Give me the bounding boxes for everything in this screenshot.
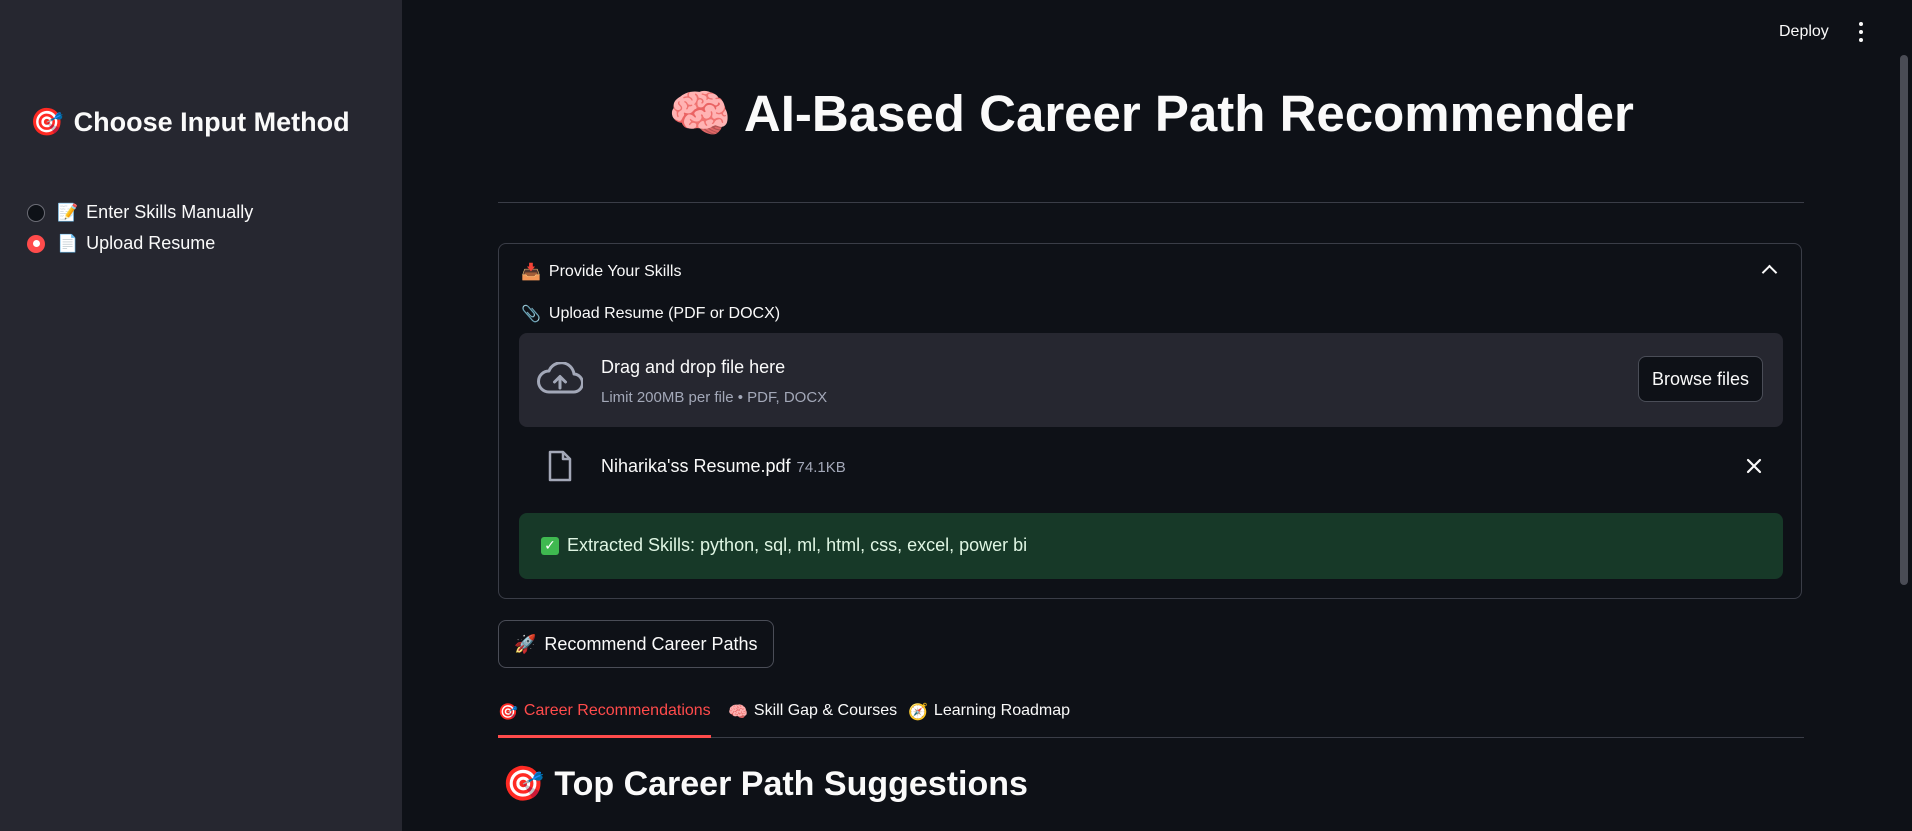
radio-button-icon[interactable] [27, 203, 45, 222]
inbox-tray-icon: 📥 [521, 264, 541, 281]
cloud-upload-icon [537, 362, 583, 394]
dart-target-icon: 🎯 [30, 107, 64, 137]
page-title-text: AI-Based Career Path Recommender [743, 85, 1634, 142]
deploy-button[interactable]: Deploy [1779, 23, 1829, 41]
kebab-menu-icon[interactable] [1856, 22, 1866, 42]
radio-enter-skills-manually[interactable]: 📝 Enter Skills Manually [27, 202, 253, 223]
compass-icon: 🧭 [908, 704, 928, 721]
dart-target-icon: 🎯 [498, 704, 518, 721]
browse-files-button[interactable]: Browse files [1637, 356, 1763, 402]
recommend-button-label: Recommend Career Paths [544, 633, 758, 654]
success-message-text: Extracted Skills: python, sql, ml, html,… [567, 535, 1028, 555]
upload-label: 📎 Upload Resume (PDF or DOCX) [521, 304, 780, 324]
success-alert: ✓ Extracted Skills: python, sql, ml, htm… [519, 513, 1783, 579]
check-mark-icon: ✓ [541, 536, 559, 555]
uploaded-file-row: Niharika'ss Resume.pdf 74.1KB [519, 444, 1783, 494]
tab-bar: 🎯 Career Recommendations 🧠 Skill Gap & C… [498, 698, 1804, 738]
close-icon[interactable] [1746, 458, 1762, 474]
tab-career-recommendations[interactable]: 🎯 Career Recommendations [498, 698, 711, 738]
radio-label: Upload Resume [86, 233, 216, 253]
success-message: ✓ Extracted Skills: python, sql, ml, htm… [541, 535, 1027, 556]
dropzone-limit: Limit 200MB per file • PDF, DOCX [601, 389, 828, 406]
dart-target-icon: 🎯 [502, 765, 545, 803]
section-heading-text: Top Career Path Suggestions [554, 764, 1028, 803]
file-size: 74.1KB [796, 459, 846, 476]
tab-label: Learning Roadmap [933, 702, 1071, 719]
sidebar-title-text: Choose Input Method [73, 106, 350, 137]
paperclip-icon: 📎 [521, 306, 541, 323]
page-title: 🧠 AI-Based Career Path Recommender [498, 84, 1804, 144]
brain-icon: 🧠 [728, 704, 748, 721]
expander-header[interactable]: 📥 Provide Your Skills [521, 262, 681, 282]
sidebar-title: 🎯 Choose Input Method [30, 106, 350, 138]
tab-skill-gap-courses[interactable]: 🧠 Skill Gap & Courses [728, 698, 897, 736]
memo-icon: 📝 [57, 202, 79, 222]
brain-icon: 🧠 [668, 85, 732, 142]
divider [498, 202, 1804, 203]
recommend-career-paths-button[interactable]: 🚀 Recommend Career Paths [498, 620, 774, 668]
upload-label-text: Upload Resume (PDF or DOCX) [548, 305, 781, 322]
file-name: Niharika'ss Resume.pdf 74.1KB [601, 456, 846, 477]
expander-header-label: Provide Your Skills [548, 263, 682, 280]
scrollbar[interactable] [1900, 55, 1908, 585]
sidebar: 🎯 Choose Input Method 📝 Enter Skills Man… [0, 0, 402, 831]
radio-label: Enter Skills Manually [86, 202, 254, 222]
file-name-text: Niharika'ss Resume.pdf [601, 456, 791, 476]
chevron-up-icon[interactable] [1761, 264, 1778, 281]
dropzone-title: Drag and drop file here [601, 357, 786, 377]
tab-label: Career Recommendations [523, 702, 711, 719]
file-dropzone[interactable]: Drag and drop file here Limit 200MB per … [519, 333, 1783, 427]
file-icon [548, 450, 572, 482]
tab-label: Skill Gap & Courses [753, 702, 898, 719]
page-icon: 📄 [57, 233, 79, 253]
skills-expander: 📥 Provide Your Skills 📎 Upload Resume (P… [498, 243, 1802, 599]
radio-button-selected-icon[interactable] [27, 234, 45, 253]
rocket-icon: 🚀 [514, 633, 537, 654]
tab-learning-roadmap[interactable]: 🧭 Learning Roadmap [908, 698, 1070, 736]
radio-upload-resume[interactable]: 📄 Upload Resume [27, 233, 215, 254]
section-heading: 🎯 Top Career Path Suggestions [502, 764, 1028, 804]
